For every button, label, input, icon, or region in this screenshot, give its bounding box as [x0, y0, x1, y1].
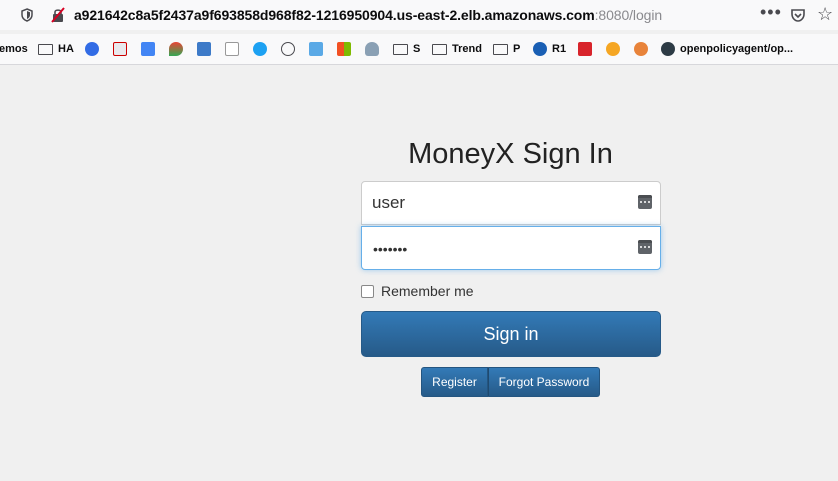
bookmark-item[interactable]: emos [0, 40, 28, 58]
calendar-icon [113, 42, 127, 56]
password-field[interactable]: ••••••• [361, 226, 661, 270]
url-path: :8080/login [594, 7, 663, 23]
bookmark-stripe[interactable] [197, 40, 211, 58]
folder-icon [38, 43, 53, 55]
remember-me-checkbox[interactable] [361, 284, 374, 298]
bookmark-kubernetes[interactable] [85, 40, 99, 58]
globe-icon [281, 42, 295, 56]
github-icon [661, 42, 675, 56]
owl-icon [365, 42, 379, 56]
translate-icon [141, 42, 155, 56]
kubernetes-icon [85, 42, 99, 56]
bookmark-doc[interactable] [225, 40, 239, 58]
bookmark-translate[interactable] [141, 40, 155, 58]
bookmark-folder-trend[interactable]: Trend [432, 40, 482, 58]
bookmark-twitter[interactable] [253, 40, 267, 58]
bookmark-globe[interactable] [281, 40, 295, 58]
bookmark-star-icon[interactable]: ☆ [817, 5, 833, 23]
page-title: MoneyX Sign In [408, 138, 613, 170]
address-text[interactable]: a921642c8a5f2437a9f693858d968f82-1216950… [74, 7, 662, 23]
bookmark-cloud[interactable] [309, 40, 323, 58]
bookmark-calendar[interactable] [113, 40, 127, 58]
insecure-lock-icon[interactable] [50, 7, 66, 23]
bookmark-two[interactable] [606, 40, 620, 58]
username-input[interactable] [372, 182, 622, 224]
bookmark-folder-ha[interactable]: HA [38, 40, 74, 58]
bookmark-folder-s[interactable]: S [393, 40, 420, 58]
sign-in-button[interactable]: Sign in [361, 311, 661, 357]
map-pin-icon [169, 42, 183, 56]
folder-icon [432, 43, 447, 55]
bookmarks-toolbar: emos HA S Trend P R1 openpolicyagent/op.… [0, 34, 838, 65]
password-manager-icon[interactable] [638, 195, 652, 209]
secondary-actions: Register Forgot Password [421, 367, 600, 397]
star-badge-icon [578, 42, 592, 56]
remember-me[interactable]: Remember me [361, 283, 474, 299]
forgot-password-button[interactable]: Forgot Password [488, 367, 600, 397]
circle-two-icon [606, 42, 620, 56]
bookmark-maps[interactable] [169, 40, 183, 58]
bookmark-r1[interactable]: R1 [533, 40, 566, 58]
orange-circle-icon [634, 42, 648, 56]
folder-icon [493, 43, 508, 55]
remember-me-label: Remember me [381, 283, 474, 299]
url-bar[interactable]: a921642c8a5f2437a9f693858d968f82-1216950… [0, 0, 838, 30]
bookmark-star-red[interactable] [578, 40, 592, 58]
url-host: a921642c8a5f2437a9f693858d968f82-1216950… [74, 7, 595, 23]
bookmark-owl[interactable] [365, 40, 379, 58]
password-manager-icon[interactable] [638, 240, 652, 254]
bookmark-microsoft[interactable] [337, 40, 351, 58]
bookmark-folder-p[interactable]: P [493, 40, 520, 58]
page-actions-icon[interactable]: ••• [760, 2, 782, 23]
pocket-icon[interactable] [790, 7, 806, 23]
bookmark-opa[interactable]: openpolicyagent/op... [661, 40, 793, 58]
register-button[interactable]: Register [421, 367, 488, 397]
folder-icon [393, 43, 408, 55]
cloud-icon [309, 42, 323, 56]
password-input[interactable]: ••••••• [373, 242, 407, 256]
document-icon [225, 42, 239, 56]
bookmark-orange[interactable] [634, 40, 648, 58]
r1-icon [533, 42, 547, 56]
shield-icon[interactable] [20, 8, 34, 22]
stripe-icon [197, 42, 211, 56]
username-field[interactable] [361, 181, 661, 225]
microsoft-icon [337, 42, 351, 56]
twitter-icon [253, 42, 267, 56]
